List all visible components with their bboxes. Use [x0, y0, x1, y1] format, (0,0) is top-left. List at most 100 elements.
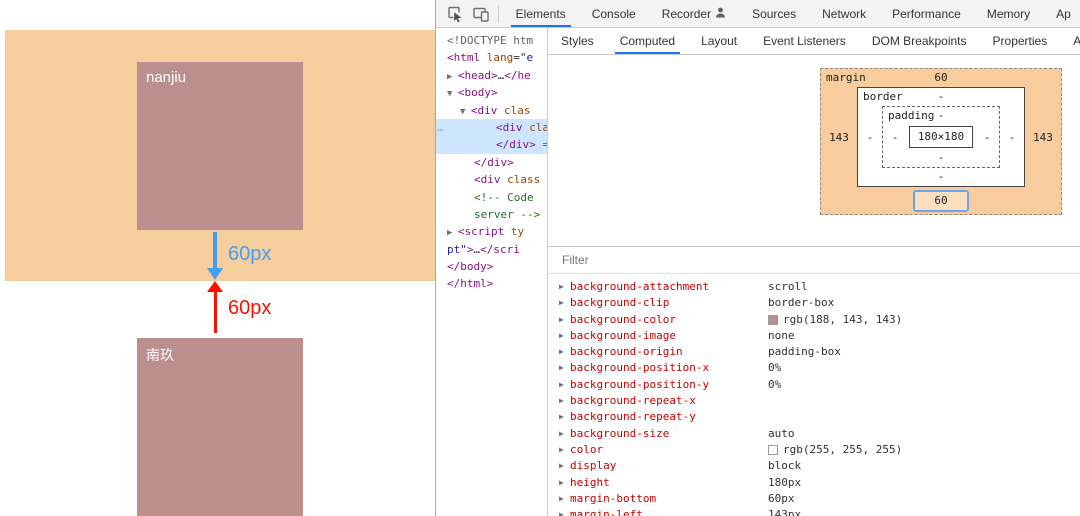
dom-tree-line[interactable]: <div class: [436, 171, 547, 188]
property-name: background-attachment: [570, 280, 710, 293]
tab-sources[interactable]: Sources: [739, 0, 809, 27]
dom-tree-line[interactable]: server -->: [436, 206, 547, 223]
dom-tree-line[interactable]: </div>: [436, 154, 547, 171]
dom-tree-line[interactable]: </div> =: [436, 136, 547, 154]
disclosure-triangle-icon[interactable]: ▶: [559, 344, 570, 360]
computed-property-row[interactable]: ▶ margin-left 143px: [548, 507, 1080, 516]
tab-elements[interactable]: Elements: [503, 0, 579, 27]
device-toolbar-icon[interactable]: [468, 1, 494, 27]
dom-tree-line[interactable]: ▼ <body>: [436, 84, 547, 101]
devtools-panel: Elements Console Recorder Sources Networ…: [435, 0, 1080, 516]
disclosure-triangle-icon[interactable]: ▶: [559, 409, 570, 425]
filter-input[interactable]: [560, 252, 780, 268]
tab-memory[interactable]: Memory: [974, 0, 1043, 27]
inspect-icon[interactable]: [442, 1, 468, 27]
box-model-padding[interactable]: padding - - 180×180 - -: [882, 106, 1000, 168]
disclosure-triangle-icon[interactable]: ▶: [559, 458, 570, 474]
property-name: display: [570, 459, 617, 473]
padding-left-value[interactable]: -: [883, 131, 907, 144]
box-model-margin-label: margin: [826, 71, 866, 84]
computed-property-row[interactable]: ▶ display block: [548, 458, 1080, 474]
tab-console[interactable]: Console: [579, 0, 649, 27]
disclosure-triangle-icon[interactable]: ▶: [559, 491, 570, 507]
padding-right-value[interactable]: -: [975, 131, 999, 144]
computed-property-row[interactable]: ▶ background-origin padding-box: [548, 344, 1080, 360]
computed-property-row[interactable]: ▶ background-color rgb(188, 143, 143): [548, 312, 1080, 328]
computed-property-row[interactable]: ▶ background-repeat-x: [548, 393, 1080, 409]
border-bottom-value[interactable]: -: [938, 170, 945, 183]
disclosure-triangle-icon[interactable]: ▶: [559, 393, 570, 409]
property-value: 0%: [768, 361, 782, 375]
margin-top-value[interactable]: 60: [934, 71, 947, 84]
property-value: block: [768, 459, 802, 473]
computed-property-row[interactable]: ▶ background-position-x 0%: [548, 360, 1080, 376]
disclosure-triangle-icon[interactable]: ▶: [559, 328, 570, 344]
disclosure-triangle-icon[interactable]: ▶: [559, 442, 570, 458]
dom-tree-line[interactable]: … <div cla: [436, 118, 547, 137]
subtab-dom-breakpoints[interactable]: DOM Breakpoints: [859, 28, 980, 54]
computed-property-row[interactable]: ▶ background-clip border-box: [548, 295, 1080, 311]
margin-right-value[interactable]: 143: [1025, 131, 1061, 144]
box-model-content[interactable]: 180×180: [909, 126, 973, 148]
disclosure-triangle-icon[interactable]: ▶: [559, 377, 570, 393]
box-model-margin[interactable]: margin 60 143 border - - padding - - 180…: [820, 68, 1062, 215]
disclosure-triangle-icon[interactable]: ▶: [559, 295, 570, 311]
property-value: border-box: [768, 296, 835, 310]
red-margin-label: 60px: [228, 297, 272, 319]
disclosure-triangle-icon[interactable]: ▶: [559, 360, 570, 376]
dom-tree: <!DOCTYPE htm <html lang="e ▶ <head>…</he ▼…: [436, 28, 548, 516]
subtab-computed[interactable]: Computed: [607, 28, 688, 54]
disclosure-triangle-icon[interactable]: ▶: [559, 312, 570, 328]
margin-bottom-value[interactable]: 60: [913, 189, 969, 212]
dom-tree-line[interactable]: ▼ <div clas: [436, 102, 547, 119]
subtab-accessibility[interactable]: Access: [1060, 28, 1080, 54]
filter-bar: [548, 247, 1080, 274]
computed-property-row[interactable]: ▶ color rgb(255, 255, 255): [548, 442, 1080, 458]
computed-property-row[interactable]: ▶ background-size auto: [548, 426, 1080, 442]
subtab-styles[interactable]: Styles: [548, 28, 607, 54]
computed-property-row[interactable]: ▶ background-position-y 0%: [548, 377, 1080, 393]
box-model-border[interactable]: border - - padding - - 180×180 - - - -: [857, 87, 1025, 187]
property-name: background-size: [570, 426, 670, 440]
dom-tree-line[interactable]: </html>: [436, 275, 547, 292]
computed-property-row[interactable]: ▶ background-attachment scroll: [548, 279, 1080, 295]
dom-tree-line[interactable]: <!-- Code: [436, 189, 547, 206]
blue-margin-label: 60px: [228, 243, 272, 265]
border-left-value[interactable]: -: [858, 131, 882, 144]
disclosure-triangle-icon[interactable]: ▶: [559, 507, 570, 516]
disclosure-triangle-icon[interactable]: ▶: [559, 279, 570, 295]
dom-tree-line[interactable]: ▶ <head>…</he: [436, 67, 547, 84]
disclosure-triangle-icon[interactable]: ▶: [559, 426, 570, 442]
tab-network[interactable]: Network: [809, 0, 879, 27]
recorder-icon: [715, 7, 726, 21]
tab-performance[interactable]: Performance: [879, 0, 974, 27]
margin-left-value[interactable]: 143: [821, 131, 857, 144]
devtools-toolbar: Elements Console Recorder Sources Networ…: [436, 0, 1080, 28]
property-name: background-image: [570, 328, 676, 342]
dom-tree-line[interactable]: ▶ <script ty: [436, 223, 547, 240]
subtab-event-listeners[interactable]: Event Listeners: [750, 28, 859, 54]
color-swatch: [768, 314, 778, 325]
tab-application[interactable]: Ap: [1043, 0, 1080, 27]
padding-top-value[interactable]: -: [938, 109, 945, 122]
dom-tree-line[interactable]: </body>: [436, 258, 547, 275]
padding-bottom-value[interactable]: -: [938, 151, 945, 164]
browser-page: nanjiu 60px 60px 南玖: [0, 0, 435, 516]
computed-property-row[interactable]: ▶ margin-bottom 60px: [548, 491, 1080, 507]
red-arrow: [214, 291, 217, 333]
subtab-layout[interactable]: Layout: [688, 28, 750, 54]
toolbar-divider: [497, 4, 499, 23]
border-top-value[interactable]: -: [938, 90, 945, 103]
property-name: background-repeat-x: [570, 394, 696, 408]
dom-tree-line[interactable]: <!DOCTYPE htm: [436, 32, 547, 49]
computed-property-row[interactable]: ▶ background-image none: [548, 328, 1080, 344]
subtab-properties[interactable]: Properties: [980, 28, 1061, 54]
computed-property-row[interactable]: ▶ background-repeat-y: [548, 409, 1080, 425]
more-actions-icon[interactable]: …: [437, 119, 444, 136]
border-right-value[interactable]: -: [1000, 131, 1024, 144]
computed-property-row[interactable]: ▶ height 180px: [548, 475, 1080, 491]
dom-tree-line[interactable]: pt">…</scri: [436, 241, 547, 258]
disclosure-triangle-icon[interactable]: ▶: [559, 475, 570, 491]
dom-tree-line[interactable]: <html lang="e: [436, 49, 547, 66]
tab-recorder[interactable]: Recorder: [649, 0, 739, 27]
